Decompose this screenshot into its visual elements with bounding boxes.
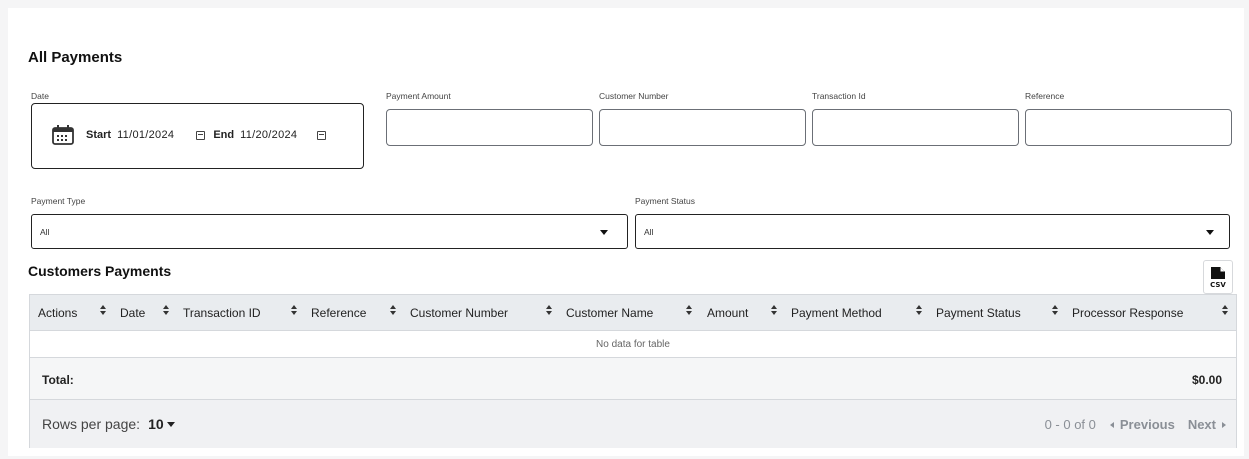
sort-icon[interactable] xyxy=(291,304,298,316)
customers-payments-title: Customers Payments xyxy=(28,263,172,279)
column-header-customer-number[interactable]: Customer Number xyxy=(410,306,508,320)
total-amount: $0.00 xyxy=(1191,373,1222,387)
transaction-id-label: Transaction Id xyxy=(812,91,866,101)
start-date-value[interactable]: 11/01/2024 xyxy=(117,129,174,141)
payments-table: Actions Date Transaction ID Reference Cu… xyxy=(29,294,1237,448)
payment-amount-label: Payment Amount xyxy=(386,91,451,101)
rows-per-page-select[interactable]: 10 xyxy=(148,416,164,432)
reference-input[interactable] xyxy=(1025,109,1232,146)
rows-per-page-label: Rows per page: xyxy=(42,416,141,432)
column-header-date[interactable]: Date xyxy=(120,306,145,320)
page-title: All Payments xyxy=(28,49,123,66)
payment-type-label: Payment Type xyxy=(31,196,86,206)
total-label: Total: xyxy=(42,373,74,387)
reference-label: Reference xyxy=(1025,91,1065,101)
previous-page-button[interactable]: Previous xyxy=(1120,417,1175,432)
next-page-button[interactable]: Next xyxy=(1188,417,1216,432)
export-csv-button[interactable]: CSV xyxy=(1203,260,1233,294)
payment-type-select[interactable]: All xyxy=(31,214,628,249)
payment-status-value: All xyxy=(644,227,654,237)
chevron-down-icon[interactable] xyxy=(166,421,175,427)
rows-per-page: Rows per page: 10 xyxy=(42,416,175,432)
date-label: Date xyxy=(31,91,49,101)
column-header-amount[interactable]: Amount xyxy=(707,306,748,320)
sort-icon[interactable] xyxy=(771,304,778,316)
table-header: Actions Date Transaction ID Reference Cu… xyxy=(30,295,1236,331)
pagination: 0 - 0 of 0 Previous Next xyxy=(1045,417,1226,432)
transaction-id-input[interactable] xyxy=(812,109,1019,146)
end-calendar-icon[interactable] xyxy=(317,130,327,140)
end-label: End xyxy=(213,129,235,141)
customer-number-label: Customer Number xyxy=(599,91,669,101)
column-header-payment-status[interactable]: Payment Status xyxy=(936,306,1021,320)
payment-status-label: Payment Status xyxy=(635,196,696,206)
sort-icon[interactable] xyxy=(163,304,170,316)
column-header-transaction-id[interactable]: Transaction ID xyxy=(183,306,261,320)
sort-icon[interactable] xyxy=(1052,304,1059,316)
sort-icon[interactable] xyxy=(390,304,397,316)
table-footer: Rows per page: 10 0 - 0 of 0 Previous Ne… xyxy=(30,400,1236,448)
svg-text:CSV: CSV xyxy=(1210,281,1226,289)
sort-icon[interactable] xyxy=(916,304,923,316)
column-header-reference[interactable]: Reference xyxy=(311,306,366,320)
empty-table-message: No data for table xyxy=(30,331,1236,358)
payment-status-select[interactable]: All xyxy=(635,214,1230,249)
column-header-payment-method[interactable]: Payment Method xyxy=(791,306,882,320)
column-header-customer-name[interactable]: Customer Name xyxy=(566,306,653,320)
date-range-picker[interactable]: Start 11/01/2024 End 11/20/2024 xyxy=(31,103,364,169)
chevron-left-icon[interactable] xyxy=(1109,421,1114,428)
column-header-actions[interactable]: Actions xyxy=(38,306,77,320)
start-label: Start xyxy=(86,129,112,141)
sort-icon[interactable] xyxy=(1222,304,1229,316)
sort-icon[interactable] xyxy=(546,304,553,316)
payment-type-value: All xyxy=(40,227,50,237)
payment-amount-input[interactable] xyxy=(386,109,593,146)
calendar-icon xyxy=(52,125,74,145)
total-row: Total: $0.00 xyxy=(30,358,1236,400)
chevron-down-icon xyxy=(600,230,608,235)
chevron-down-icon xyxy=(1206,230,1214,235)
pagination-range: 0 - 0 of 0 xyxy=(1044,417,1096,432)
start-calendar-icon[interactable] xyxy=(196,130,206,140)
csv-file-icon: CSV xyxy=(1210,267,1226,289)
customer-number-input[interactable] xyxy=(599,109,806,146)
end-date-value[interactable]: 11/20/2024 xyxy=(240,129,297,141)
chevron-right-icon[interactable] xyxy=(1222,421,1226,428)
sort-icon[interactable] xyxy=(100,304,107,316)
column-header-processor-response[interactable]: Processor Response xyxy=(1072,306,1183,320)
sort-icon[interactable] xyxy=(686,304,693,316)
